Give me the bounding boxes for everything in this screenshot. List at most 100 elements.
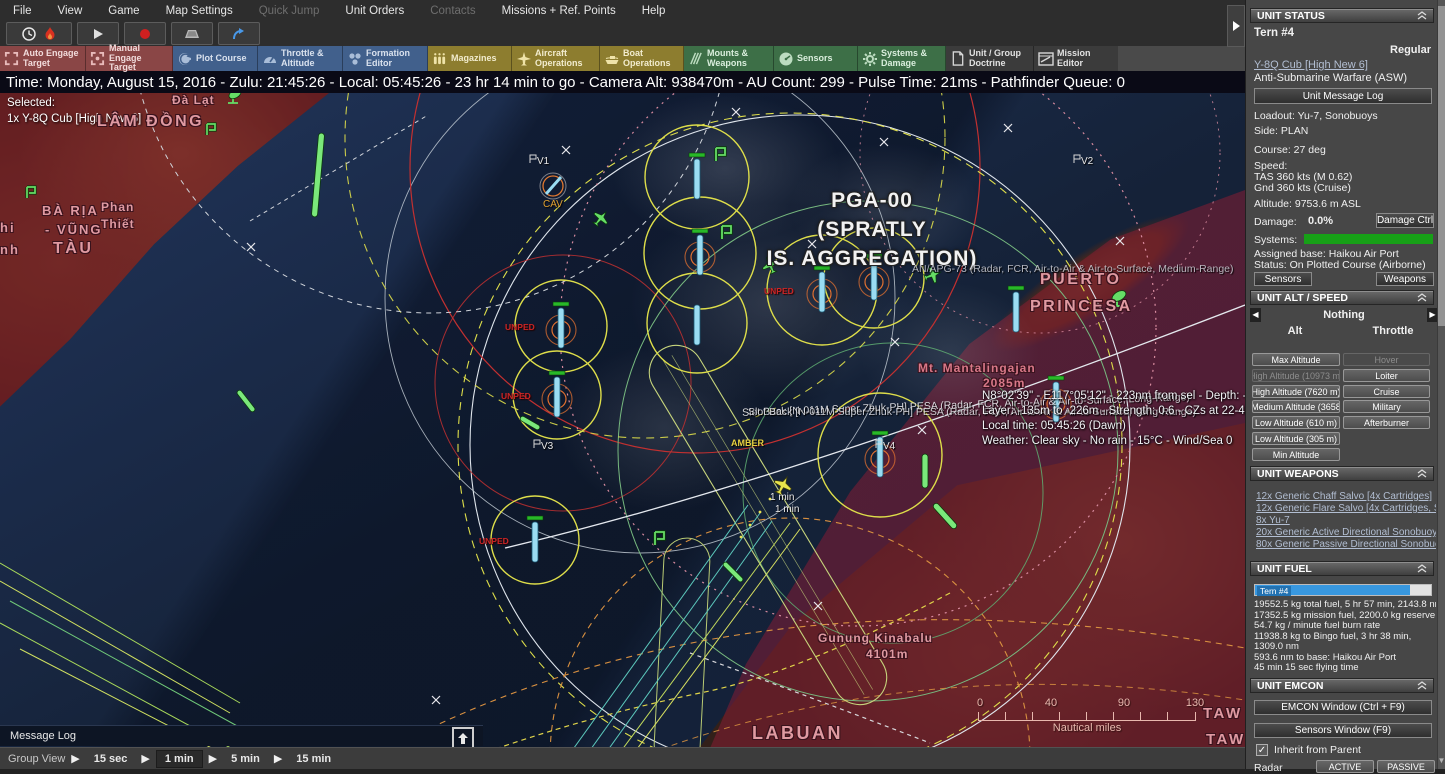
unit-message-log-button[interactable]: Unit Message Log <box>1254 88 1432 104</box>
menu-map-settings[interactable]: Map Settings <box>153 5 246 17</box>
play-icon[interactable]: ▶ <box>71 752 79 765</box>
weapon-link-flare[interactable]: 12x Generic Flare Salvo [4x Cartridges, … <box>1256 503 1436 514</box>
unit-alt-speed-header[interactable]: UNIT ALT / SPEED <box>1250 290 1434 305</box>
panel-title: UNIT ALT / SPEED <box>1257 292 1348 304</box>
contact-label-unped: UNPED <box>479 536 509 546</box>
scale-tick-label: 0 <box>977 697 983 709</box>
alt-low-610-button[interactable]: Low Altitude (610 m) <box>1252 416 1340 429</box>
weapons-panel-button[interactable]: Weapons <box>1376 272 1434 286</box>
alt-min-button[interactable]: Min Altitude <box>1252 448 1340 461</box>
friendly-flag-icons[interactable] <box>27 124 731 545</box>
weapon-link-active-sonobuoy[interactable]: 20x Generic Active Directional Sonobuoy <box>1256 527 1436 538</box>
formation-editor-button[interactable]: Formation Editor <box>343 46 428 71</box>
doctrine-icon <box>949 51 966 66</box>
menu-missions-refpoints[interactable]: Missions + Ref. Points <box>489 5 629 17</box>
collapse-chevron-icon[interactable] <box>1417 293 1427 302</box>
throttle-military-button[interactable]: Military <box>1343 400 1430 413</box>
damage-label: Damage: <box>1254 216 1297 228</box>
collapse-chevron-icon[interactable] <box>1417 681 1427 690</box>
fuel-to-base: 593.6 nm to base: Haikou Air Port <box>1254 653 1436 664</box>
refpoint-v2[interactable]: V2 <box>1081 156 1093 167</box>
message-log-expand-button[interactable] <box>452 727 474 749</box>
boat-icon <box>603 51 620 67</box>
unit-fuel-header[interactable]: UNIT FUEL <box>1250 561 1434 576</box>
unit-weapons-header[interactable]: UNIT WEAPONS <box>1250 466 1434 481</box>
manual-engage-target-button[interactable]: Manual Engage Target <box>86 46 173 71</box>
refpoint-v4[interactable]: V4 <box>883 441 895 452</box>
throttle-cruise-button[interactable]: Cruise <box>1343 385 1430 398</box>
weapon-link-chaff[interactable]: 12x Generic Chaff Salvo [4x Cartridges] <box>1256 491 1436 502</box>
time-compression-button[interactable] <box>6 22 72 45</box>
refpoint-cav[interactable]: CAV <box>543 199 563 210</box>
throttle-altitude-button[interactable]: Throttle & Altitude <box>258 46 343 71</box>
magazines-button[interactable]: Magazines <box>428 46 512 71</box>
alt-high-7620-button[interactable]: High Altitude (7620 m) <box>1252 385 1340 398</box>
cav-contact-symbol[interactable] <box>540 173 566 199</box>
jump-button[interactable] <box>218 22 260 45</box>
plot-course-button[interactable]: Plot Course <box>173 46 258 71</box>
tactical-map[interactable]: Selected: 1x Y-8Q Cub [High New 6] Đà Lạ… <box>0 93 1245 769</box>
message-log-bar[interactable]: Message Log <box>0 725 483 746</box>
run-button[interactable] <box>77 22 119 45</box>
collapse-chevron-icon[interactable] <box>1417 11 1427 20</box>
map-label-labuan: LABUAN <box>752 723 843 744</box>
throttle-loiter-button[interactable]: Loiter <box>1343 369 1430 382</box>
button-label: Mounts & Weapons <box>707 49 770 68</box>
menu-file[interactable]: File <box>0 5 45 17</box>
screen-button[interactable] <box>171 22 213 45</box>
collapse-chevron-icon[interactable] <box>1417 564 1427 573</box>
refpoint-v1[interactable]: V1 <box>537 156 549 167</box>
weapon-link-passive-sonobuoy[interactable]: 80x Generic Passive Directional Sonobuoy <box>1256 539 1436 550</box>
radar-active-button[interactable]: ACTIVE <box>1316 760 1374 773</box>
menu-game[interactable]: Game <box>95 5 152 17</box>
unit-status-header[interactable]: UNIT STATUS <box>1250 8 1434 23</box>
systems-damage-button[interactable]: Systems & Damage <box>858 46 946 71</box>
alt-max-button[interactable]: Max Altitude <box>1252 353 1340 366</box>
emcon-window-button[interactable]: EMCON Window (Ctrl + F9) <box>1254 700 1432 715</box>
button-label: Aircraft Operations <box>535 49 596 68</box>
play-icon[interactable]: ▶ <box>141 752 149 765</box>
unit-emcon-header[interactable]: UNIT EMCON <box>1250 678 1434 693</box>
play-icon[interactable]: ▶ <box>274 752 282 765</box>
refpoint-v3[interactable]: V3 <box>541 441 553 452</box>
alt-low-305-button[interactable]: Low Altitude (305 m) <box>1252 432 1340 445</box>
menu-help[interactable]: Help <box>629 5 679 17</box>
unit-class-link[interactable]: Y-8Q Cub [High New 6] <box>1254 59 1434 71</box>
radar-passive-button[interactable]: PASSIVE <box>1377 760 1435 773</box>
group-view-label[interactable]: Group View <box>8 753 65 765</box>
sidebar-scrollbar-thumb[interactable] <box>1438 6 1445 326</box>
scrollbar-down-arrow[interactable]: ▼ <box>1437 755 1445 767</box>
mission-editor-button[interactable]: Mission Editor <box>1034 46 1118 71</box>
aircraft-operations-button[interactable]: Aircraft Operations <box>512 46 600 71</box>
sensors-panel-button[interactable]: Sensors <box>1254 272 1312 286</box>
menu-view[interactable]: View <box>45 5 96 17</box>
menu-unit-orders[interactable]: Unit Orders <box>332 5 417 17</box>
collapse-chevron-icon[interactable] <box>1417 469 1427 478</box>
weapon-link-yu7[interactable]: 8x Yu-7 <box>1256 515 1436 526</box>
sidebar-collapse-button[interactable] <box>1227 5 1245 47</box>
play-icon[interactable]: ▶ <box>209 752 217 765</box>
speed-1min[interactable]: 1 min <box>156 750 203 768</box>
throttle-afterburner-button[interactable]: Afterburner <box>1343 416 1430 429</box>
record-button[interactable] <box>124 22 166 45</box>
magazines-icon <box>431 51 448 66</box>
inherit-parent-checkbox[interactable]: ✓ <box>1256 744 1268 756</box>
speed-15sec[interactable]: 15 sec <box>86 751 136 767</box>
mounts-weapons-button[interactable]: Mounts & Weapons <box>684 46 774 71</box>
boat-operations-button[interactable]: Boat Operations <box>600 46 684 71</box>
range-ring-pink-dotted <box>860 93 1220 333</box>
range-ring-pink-dotted <box>560 93 1156 626</box>
speed-15min[interactable]: 15 min <box>288 751 339 767</box>
contact-label-unped: UNPED <box>505 322 535 332</box>
scale-tick-label: 40 <box>1045 697 1057 709</box>
alt-medium-button[interactable]: Medium Altitude (3658 <box>1252 400 1340 413</box>
contact-symbols[interactable] <box>527 153 1071 562</box>
speed-5min[interactable]: 5 min <box>223 751 268 767</box>
damage-ctrl-button[interactable]: Damage Ctrl <box>1376 213 1434 228</box>
auto-engage-target-button[interactable]: Auto Engage Target <box>0 46 86 71</box>
unit-group-doctrine-button[interactable]: Unit / Group Doctrine <box>946 46 1034 71</box>
refpoint-amber[interactable]: AMBER <box>731 438 764 448</box>
sensors-window-button[interactable]: Sensors Window (F9) <box>1254 723 1432 738</box>
sensors-button[interactable]: Sensors <box>774 46 858 71</box>
bearing-line <box>250 115 428 221</box>
